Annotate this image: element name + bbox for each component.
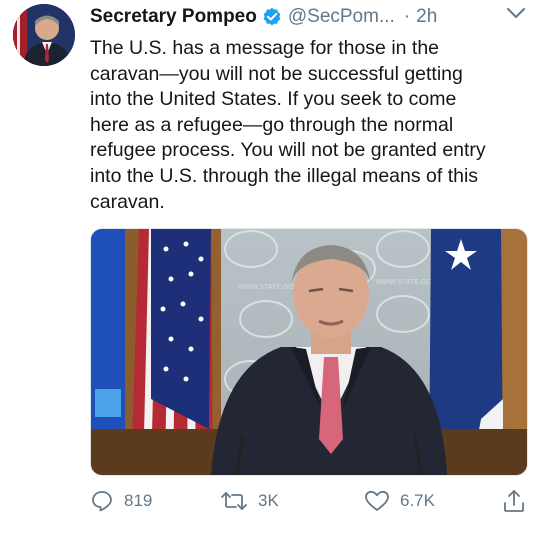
separator-dot: ·: [403, 6, 411, 27]
backdrop-watermark: WWW.STATE.GOV: [238, 284, 299, 291]
retweet-icon: [220, 489, 248, 513]
tweet-header: Secretary Pompeo @SecPom... · 2h: [90, 4, 530, 30]
like-count: 6.7K: [400, 491, 435, 510]
tweet-text: The U.S. has a message for those in the …: [90, 36, 530, 215]
tweet-text-line: into the U.S. through the illegal means …: [90, 164, 479, 187]
tweet-text-line: refugee process. You will not be granted…: [90, 139, 486, 162]
verified-badge-icon: [262, 7, 282, 27]
tweet-media-image[interactable]: WWW.STATE.GOV WWW.STATE.GOV: [90, 228, 528, 476]
tweet-text-line: caravan.: [90, 190, 165, 213]
tweet-text-line: into the United States. If you seek to c…: [90, 88, 457, 111]
chevron-down-icon[interactable]: [506, 6, 526, 20]
tweet-card[interactable]: Secretary Pompeo @SecPom... · 2h The U.S…: [0, 0, 540, 551]
reply-count: 819: [124, 491, 153, 510]
author-handle[interactable]: @SecPom...: [288, 6, 395, 28]
tweet-text-line: caravan—you will not be successful getti…: [90, 62, 463, 85]
reply-icon: [90, 489, 114, 513]
author-name[interactable]: Secretary Pompeo: [90, 6, 257, 28]
retweet-button[interactable]: 3K: [220, 486, 279, 516]
tweet-text-line: The U.S. has a message for those in the: [90, 37, 440, 59]
backdrop-watermark: WWW.STATE.GOV: [376, 279, 437, 286]
timestamp[interactable]: 2h: [416, 6, 437, 28]
reply-button[interactable]: 819: [90, 486, 152, 516]
tweet-actions: 819 3K 6.7K: [90, 486, 530, 516]
like-button[interactable]: 6.7K: [364, 486, 435, 516]
retweet-count: 3K: [258, 491, 279, 510]
heart-icon: [364, 489, 390, 513]
avatar[interactable]: [13, 4, 75, 66]
share-button[interactable]: [502, 486, 526, 516]
tweet-text-line: here as a refugee—go through the normal: [90, 113, 454, 136]
share-icon: [502, 488, 526, 514]
